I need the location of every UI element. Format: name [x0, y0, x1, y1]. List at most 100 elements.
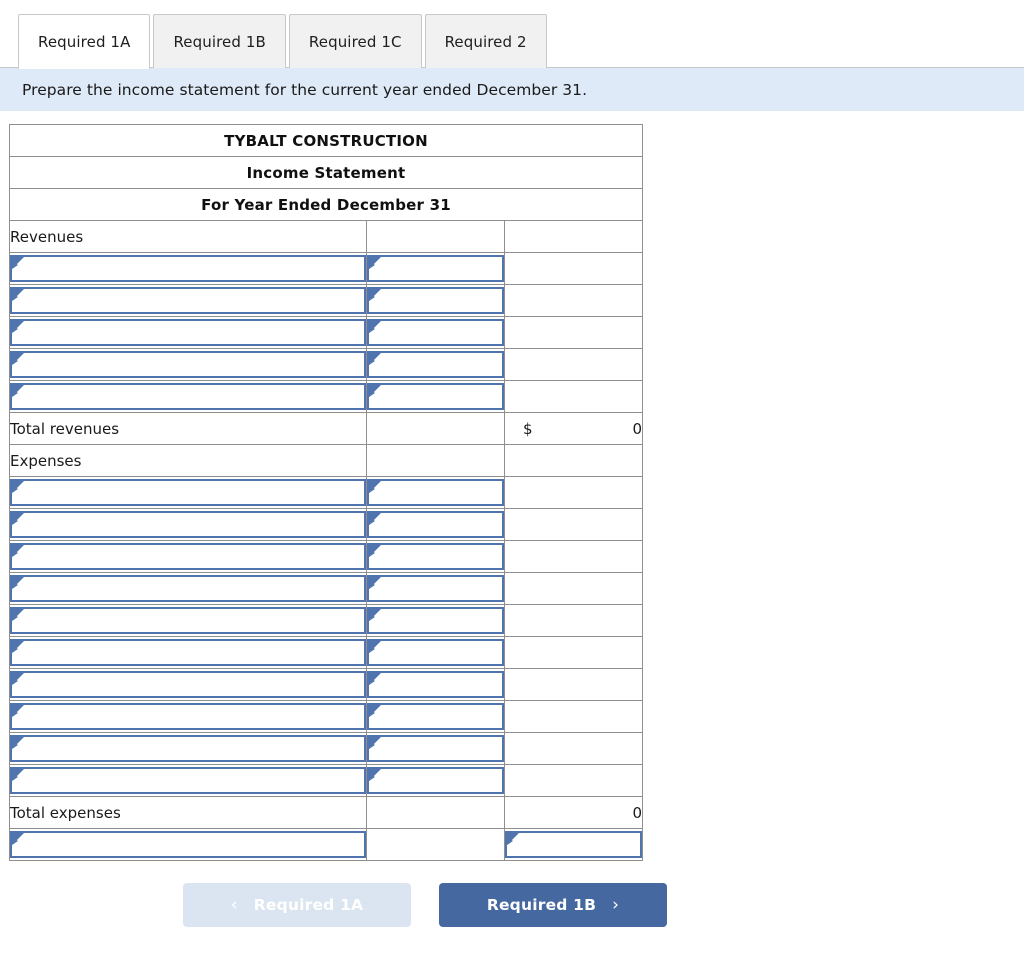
- dropdown-caret-icon: [12, 609, 24, 621]
- revenue-amount-input-1[interactable]: [367, 255, 504, 282]
- expense-amount-cell-2[interactable]: [366, 508, 505, 541]
- dropdown-caret-icon: [12, 321, 24, 333]
- expense-account-cell-7[interactable]: [9, 668, 367, 701]
- expense-amount-cell-10[interactable]: [366, 764, 505, 797]
- expense-account-cell-2[interactable]: [9, 508, 367, 541]
- revenue-amount-input-2[interactable]: [367, 287, 504, 314]
- net-income-account-cell[interactable]: [9, 828, 367, 861]
- expense-amount-cell-6[interactable]: [366, 636, 505, 669]
- tab-required-2[interactable]: Required 2: [424, 14, 547, 68]
- expense-account-dropdown-10[interactable]: [10, 767, 366, 794]
- revenue-account-value-4: [12, 353, 364, 356]
- revenue-account-dropdown-3[interactable]: [10, 319, 366, 346]
- net-income-account-dropdown[interactable]: [10, 831, 366, 858]
- expense-amount-cell-8[interactable]: [366, 700, 505, 733]
- dropdown-caret-icon: [12, 641, 24, 653]
- expense-account-value-2: [12, 513, 364, 516]
- expense-account-dropdown-5[interactable]: [10, 607, 366, 634]
- prev-required-button[interactable]: ‹ Required 1A: [183, 883, 411, 927]
- table-row: [9, 604, 644, 637]
- expense-amount-value-3: [369, 545, 502, 548]
- revenue-account-cell-4[interactable]: [9, 348, 367, 381]
- revenue-account-cell-5[interactable]: [9, 380, 367, 413]
- expense-account-cell-10[interactable]: [9, 764, 367, 797]
- revenue-account-cell-2[interactable]: [9, 284, 367, 317]
- expense-account-cell-1[interactable]: [9, 476, 367, 509]
- expense-amount-input-5[interactable]: [367, 607, 504, 634]
- revenue-amount-input-5[interactable]: [367, 383, 504, 410]
- dropdown-caret-icon: [369, 353, 381, 365]
- expense-account-cell-5[interactable]: [9, 604, 367, 637]
- net-income-total-cell[interactable]: [503, 828, 644, 861]
- expense-amount-cell-1[interactable]: [366, 476, 505, 509]
- expense-account-cell-4[interactable]: [9, 572, 367, 605]
- expense-amount-input-8[interactable]: [367, 703, 504, 730]
- expense-account-cell-9[interactable]: [9, 732, 367, 765]
- expense-account-cell-8[interactable]: [9, 700, 367, 733]
- expense-amount-input-9[interactable]: [367, 735, 504, 762]
- expense-account-dropdown-8[interactable]: [10, 703, 366, 730]
- table-row: [9, 284, 644, 317]
- revenue-account-value-5: [12, 385, 364, 388]
- expense-account-value-10: [12, 769, 364, 772]
- expense-account-dropdown-9[interactable]: [10, 735, 366, 762]
- tab-strip: Required 1A Required 1B Required 1C Requ…: [0, 0, 1024, 69]
- tab-required-1c[interactable]: Required 1C: [288, 14, 422, 68]
- revenue-account-dropdown-4[interactable]: [10, 351, 366, 378]
- expense-amount-cell-7[interactable]: [366, 668, 505, 701]
- expense-total-cell-5: [503, 604, 644, 637]
- expense-amount-cell-5[interactable]: [366, 604, 505, 637]
- expense-amount-cell-4[interactable]: [366, 572, 505, 605]
- revenue-account-dropdown-5[interactable]: [10, 383, 366, 410]
- expense-amount-input-1[interactable]: [367, 479, 504, 506]
- expense-account-dropdown-1[interactable]: [10, 479, 366, 506]
- expense-account-cell-3[interactable]: [9, 540, 367, 573]
- table-row: [9, 252, 644, 285]
- expense-amount-input-3[interactable]: [367, 543, 504, 570]
- expense-account-dropdown-2[interactable]: [10, 511, 366, 538]
- dropdown-caret-icon: [369, 321, 381, 333]
- revenue-amount-cell-4[interactable]: [366, 348, 505, 381]
- expense-account-dropdown-3[interactable]: [10, 543, 366, 570]
- revenue-amount-cell-1[interactable]: [366, 252, 505, 285]
- expense-account-value-7: [12, 673, 364, 676]
- revenue-amount-cell-5[interactable]: [366, 380, 505, 413]
- expense-total-cell-9: [503, 732, 644, 765]
- expense-amount-input-2[interactable]: [367, 511, 504, 538]
- expense-amount-input-7[interactable]: [367, 671, 504, 698]
- revenue-amount-cell-2[interactable]: [366, 284, 505, 317]
- expense-account-dropdown-7[interactable]: [10, 671, 366, 698]
- revenue-account-dropdown-1[interactable]: [10, 255, 366, 282]
- total-expenses-mid-cell: [366, 796, 505, 829]
- expense-amount-cell-3[interactable]: [366, 540, 505, 573]
- expense-amount-input-4[interactable]: [367, 575, 504, 602]
- revenue-amount-input-4[interactable]: [367, 351, 504, 378]
- table-row-total-expenses: Total expenses 0: [9, 796, 644, 829]
- expense-total-cell-10: [503, 764, 644, 797]
- net-income-total-input[interactable]: [505, 831, 643, 858]
- revenue-account-cell-3[interactable]: [9, 316, 367, 349]
- tab-required-1a[interactable]: Required 1A: [18, 14, 151, 69]
- expense-amount-input-10[interactable]: [367, 767, 504, 794]
- instruction-banner: Prepare the income statement for the cur…: [0, 68, 1024, 111]
- expense-total-cell-4: [503, 572, 644, 605]
- revenue-account-cell-1[interactable]: [9, 252, 367, 285]
- revenue-amount-value-2: [369, 289, 502, 292]
- expense-amount-cell-9[interactable]: [366, 732, 505, 765]
- expense-amount-input-6[interactable]: [367, 639, 504, 666]
- expense-amount-value-1: [369, 481, 502, 484]
- revenue-account-dropdown-2[interactable]: [10, 287, 366, 314]
- revenue-amount-input-3[interactable]: [367, 319, 504, 346]
- revenue-amount-cell-3[interactable]: [366, 316, 505, 349]
- expense-account-dropdown-6[interactable]: [10, 639, 366, 666]
- dropdown-caret-icon: [12, 833, 24, 845]
- expense-account-value-1: [12, 481, 364, 484]
- table-row: [9, 508, 644, 541]
- expense-account-dropdown-4[interactable]: [10, 575, 366, 602]
- expense-account-cell-6[interactable]: [9, 636, 367, 669]
- instruction-text: Prepare the income statement for the cur…: [22, 80, 588, 99]
- table-row: [9, 540, 644, 573]
- tab-required-1b[interactable]: Required 1B: [153, 14, 286, 68]
- table-row-expenses-header: Expenses: [9, 444, 644, 477]
- next-required-button[interactable]: Required 1B ›: [439, 883, 667, 927]
